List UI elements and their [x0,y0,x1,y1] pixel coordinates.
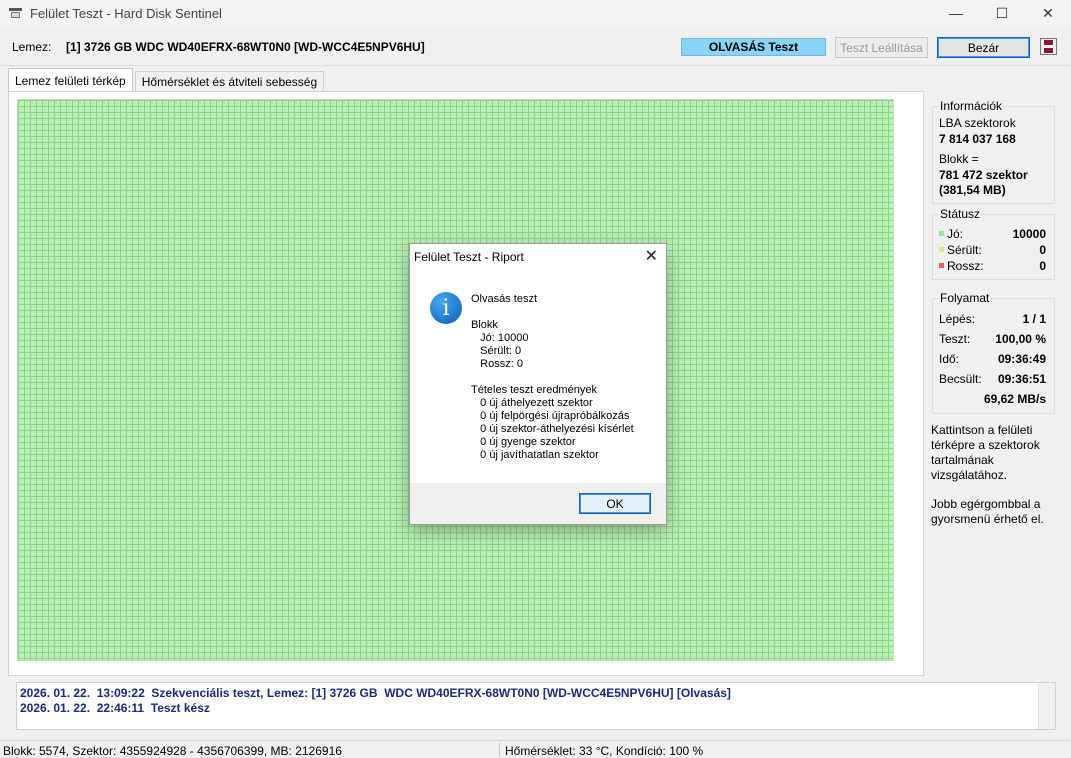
progress-step-row: Lépés: 1 / 1 [939,312,1046,326]
step-value: 1 / 1 [1022,312,1046,326]
progress-time-row: Idő: 09:36:49 [939,352,1046,366]
ok-button[interactable]: OK [579,493,651,514]
temperature-info: Hőmérséklet: 33 °C, Kondíció: 100 % [505,744,704,758]
minimize-button[interactable]: — [933,0,979,26]
status-group: Státusz Jó: 10000 Sérült: 0 Rossz: 0 [932,207,1055,280]
save-icon[interactable] [1040,38,1057,55]
good-count: 10000 [1012,227,1046,241]
dialog-footer: OK [410,483,666,524]
dialog-body: Blokk Jó: 10000 Sérült: 0 Rossz: 0 Tétel… [471,319,634,461]
bad-legend-icon [939,263,944,268]
stop-test-button[interactable]: Teszt Leállítása [835,37,928,58]
log-panel: 2026. 01. 22. 13:09:22 Szekvenciális tes… [16,682,1056,730]
dialog-heading: Olvasás teszt [471,293,538,305]
dialog-close-button[interactable]: ✕ [645,246,658,266]
close-button[interactable]: Bezár [937,37,1030,58]
status-bad-row: Rossz: 0 [939,259,1046,273]
window-title: Felület Teszt - Hard Disk Sentinel [30,5,222,21]
progress-estimated-row: Becsült: 09:36:51 [939,372,1046,386]
speed-row: 69,62 MB/s [939,392,1046,406]
app-icon [9,7,23,19]
tab-bar: Lemez felületi térkép Hőmérséklet és átv… [8,68,326,92]
test-status-badge: OLVASÁS Teszt [681,38,826,56]
title-bar: Felület Teszt - Hard Disk Sentinel — ☐ ✕ [0,0,1071,26]
test-percent: 100,00 % [995,332,1046,346]
elapsed-time: 09:36:49 [997,352,1046,366]
damaged-legend-icon [939,247,944,252]
info-icon: i [430,292,462,324]
side-panel: Információk LBA szektorok 7 814 037 168 … [924,92,1071,675]
block-size: (381,54 MB) [939,183,1006,197]
status-separator [499,743,500,757]
help-text-click: Kattintson a felületi térképre a szektor… [931,423,1040,482]
bad-count: 0 [1039,259,1046,273]
tab-temperature-speed[interactable]: Hőmérséklet és átviteli sebesség [134,71,325,92]
good-legend-icon [939,231,944,236]
status-title: Státusz [939,207,982,221]
estimated-time: 09:36:51 [997,372,1046,386]
log-entry: 2026. 01. 22. 22:46:11 Teszt kész [20,701,210,715]
info-title: Információk [939,99,1004,113]
progress-group: Folyamat Lépés: 1 / 1 Teszt: 100,00 % Id… [932,291,1055,414]
disk-label: Lemez: [12,40,52,54]
close-window-button[interactable]: ✕ [1025,0,1071,26]
help-text-rightclick: Jobb egérgombbal a gyorsmenü érhető el. [931,497,1044,526]
progress-title: Folyamat [939,291,991,305]
info-group: Információk LBA szektorok 7 814 037 168 … [932,99,1055,204]
report-dialog: Felület Teszt - Riport ✕ i Olvasás teszt… [409,243,667,525]
maximize-button[interactable]: ☐ [979,0,1025,26]
lba-value: 7 814 037 168 [939,132,1016,146]
block-value: 781 472 szektor [939,168,1028,182]
lba-label: LBA szektorok [939,116,1016,130]
block-info: Blokk: 5574, Szektor: 4355924928 - 43567… [3,744,342,758]
progress-test-row: Teszt: 100,00 % [939,332,1046,346]
log-scrollbar[interactable] [1038,683,1055,729]
toolbar: Lemez: [1] 3726 GB WDC WD40EFRX-68WT0N0 … [0,26,1071,66]
disk-value: [1] 3726 GB WDC WD40EFRX-68WT0N0 [WD-WCC… [66,40,425,54]
window-controls: — ☐ ✕ [933,0,1071,26]
block-label: Blokk = [939,152,979,166]
status-bar: Blokk: 5574, Szektor: 4355924928 - 43567… [0,740,1071,758]
transfer-speed: 69,62 MB/s [983,392,1046,406]
log-entry: 2026. 01. 22. 13:09:22 Szekvenciális tes… [20,686,731,700]
status-damaged-row: Sérült: 0 [939,243,1046,257]
status-good-row: Jó: 10000 [939,227,1046,241]
tab-surface-map[interactable]: Lemez felületi térkép [8,68,133,92]
dialog-title: Felület Teszt - Riport [414,250,524,264]
damaged-count: 0 [1039,243,1046,257]
